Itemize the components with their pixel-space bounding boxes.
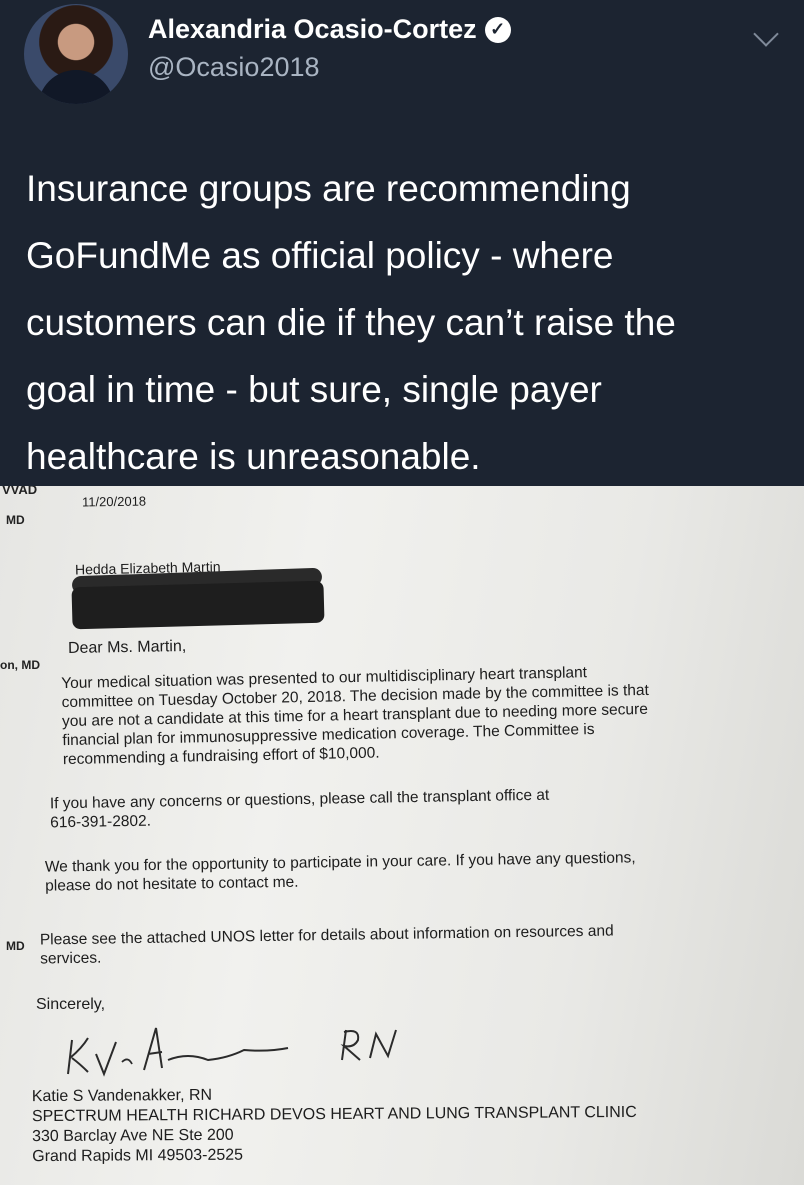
letter-paragraph: Please see the attached UNOS letter for … [40, 921, 614, 968]
signature [67, 1027, 397, 1077]
clinic-name: SPECTRUM HEALTH RICHARD DEVOS HEART AND … [31, 1103, 637, 1126]
redaction-mark [71, 580, 325, 630]
tweet-text-line: customers can die if they can’t raise th… [26, 302, 676, 343]
author-name[interactable]: Alexandria Ocasio-Cortez [148, 14, 477, 45]
tweet-text-line: goal in time - but sure, single payer [26, 369, 602, 410]
tweet-card: Alexandria Ocasio-Cortez ✓ @Ocasio2018 I… [0, 0, 804, 486]
tweet-text-line: Insurance groups are recommending [26, 168, 631, 209]
avatar[interactable] [24, 4, 128, 104]
author-row: Alexandria Ocasio-Cortez ✓ [148, 14, 511, 45]
margin-fragment: VVAD [2, 486, 38, 497]
margin-fragment: MD [6, 513, 25, 527]
author-handle[interactable]: @Ocasio2018 [148, 52, 320, 83]
letter-salutation: Dear Ms. Martin, [67, 637, 187, 658]
tweet-text: Insurance groups are recommending GoFund… [26, 155, 786, 490]
letter-date: 11/20/2018 [81, 493, 147, 510]
verified-check-icon: ✓ [484, 16, 511, 43]
address-line: Grand Rapids MI 49503-2525 [32, 1146, 244, 1166]
letter-paragraph: We thank you for the opportunity to part… [45, 848, 636, 895]
margin-fragment: on, MD [0, 658, 40, 672]
margin-fragment: MD [6, 939, 25, 953]
tweet-text-line: GoFundMe as official policy - where [26, 235, 614, 276]
chevron-down-icon[interactable] [753, 21, 779, 47]
letter-paragraph: Your medical situation was presented to … [61, 662, 650, 769]
tweet-text-line: healthcare is unreasonable. [26, 436, 481, 477]
avatar-figure [38, 70, 114, 104]
signature-block: Katie S Vandenakker, RN SPECTRUM HEALTH … [32, 1083, 637, 1167]
letter-photo: VVAD MD on, MD MD 11/20/2018 Hedda Eliza… [0, 486, 804, 1185]
letter-paragraph: If you have any concerns or questions, p… [50, 786, 550, 833]
